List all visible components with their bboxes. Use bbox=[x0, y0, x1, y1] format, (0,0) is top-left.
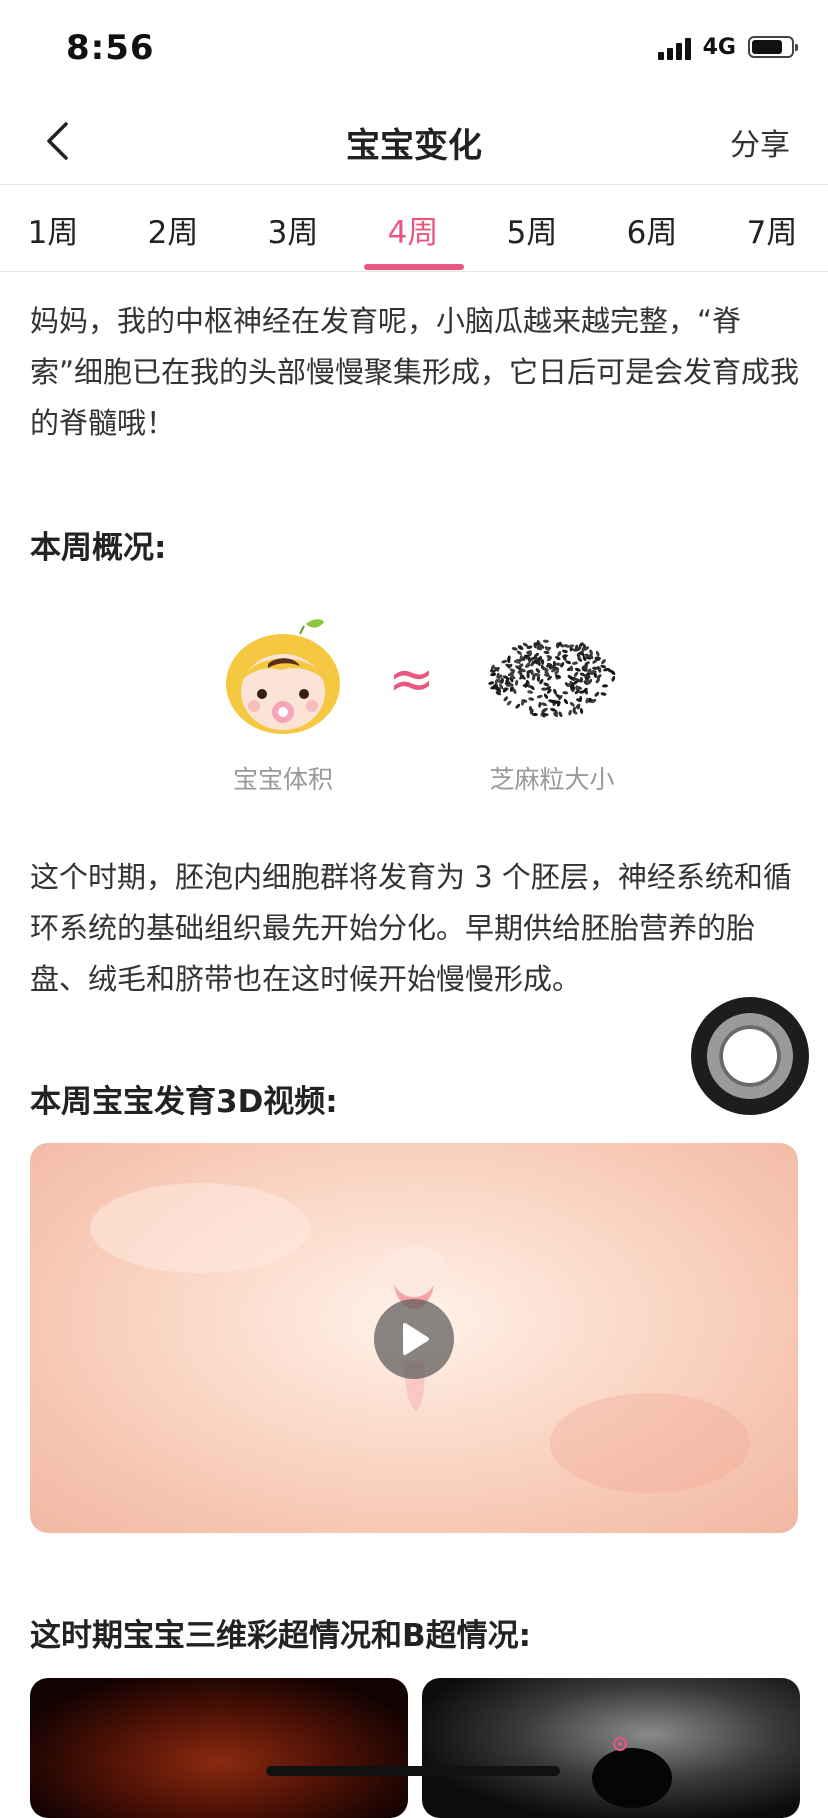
ultrasound-scan-graphic bbox=[592, 1737, 672, 1808]
description-text: 这个时期，胚泡内细胞群将发育为 3 个胚层，神经系统和循环系统的基础组织最先开始… bbox=[30, 860, 792, 996]
assistive-touch-center bbox=[719, 1025, 781, 1087]
sesame-seeds-icon bbox=[488, 639, 616, 718]
3d-video-player[interactable] bbox=[30, 1143, 798, 1533]
overview-title: 本周概况: bbox=[30, 530, 167, 566]
status-bar: 8:56 4G bbox=[0, 0, 828, 96]
b-ultrasound-image[interactable] bbox=[422, 1678, 800, 1818]
week-tabs: 1周 2周 3周 4周 5周 6周 7周 bbox=[0, 185, 828, 272]
network-type: 4G bbox=[702, 34, 736, 60]
tab-week-5[interactable]: 5周 bbox=[482, 207, 582, 252]
nav-bar: 宝宝变化 分享 bbox=[0, 96, 828, 185]
assistive-touch-ring bbox=[707, 1013, 793, 1099]
assistive-touch-icon[interactable] bbox=[691, 997, 809, 1115]
tab-week-3[interactable]: 3周 bbox=[243, 207, 343, 252]
battery-icon bbox=[748, 36, 798, 58]
tab-week-1[interactable]: 1周 bbox=[3, 207, 103, 252]
tab-week-6[interactable]: 6周 bbox=[602, 207, 702, 252]
video-background-shadow bbox=[550, 1393, 750, 1493]
page-title: 宝宝变化 bbox=[346, 126, 482, 166]
status-time: 8:56 bbox=[66, 28, 155, 68]
signal-icon bbox=[657, 34, 691, 60]
play-button[interactable] bbox=[374, 1299, 454, 1379]
share-button[interactable]: 分享 bbox=[730, 120, 790, 164]
ultrasound-section-title: 这时期宝宝三维彩超情况和B超情况: bbox=[30, 1618, 532, 1654]
tab-week-4[interactable]: 4周 bbox=[363, 207, 463, 252]
video-background-highlight bbox=[90, 1183, 310, 1273]
play-icon bbox=[403, 1323, 429, 1355]
baby-volume-label: 宝宝体积 bbox=[232, 765, 333, 794]
baby-face-icon bbox=[226, 619, 340, 734]
home-indicator bbox=[266, 1766, 560, 1776]
sesame-size-label: 芝麻粒大小 bbox=[489, 765, 615, 794]
video-section-title: 本周宝宝发育3D视频: bbox=[30, 1084, 338, 1120]
active-tab-indicator bbox=[364, 264, 464, 270]
intro-text: 妈妈，我的中枢神经在发育呢，小脑瓜越来越完整，“脊索”细胞已在我的头部慢慢聚集形… bbox=[30, 304, 800, 440]
battery-level bbox=[752, 40, 783, 54]
3d-color-ultrasound-image[interactable] bbox=[30, 1678, 408, 1818]
status-indicators: 4G bbox=[657, 34, 798, 60]
tab-week-7[interactable]: 7周 bbox=[722, 207, 822, 252]
tab-week-2[interactable]: 2周 bbox=[123, 207, 223, 252]
approx-symbol: ≈ bbox=[388, 647, 435, 712]
